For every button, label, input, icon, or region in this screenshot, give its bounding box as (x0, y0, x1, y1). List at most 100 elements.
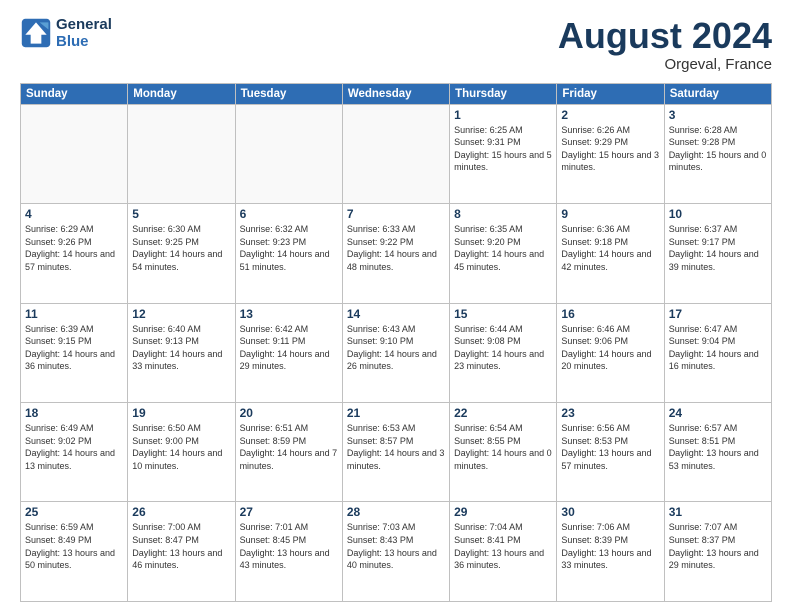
day-info: Sunrise: 7:00 AM Sunset: 8:47 PM Dayligh… (132, 521, 230, 571)
calendar-cell: 5 Sunrise: 6:30 AM Sunset: 9:25 PM Daylig… (128, 204, 235, 303)
day-number: 12 (132, 307, 230, 321)
day-info: Sunrise: 6:47 AM Sunset: 9:04 PM Dayligh… (669, 323, 767, 373)
day-info: Sunrise: 6:28 AM Sunset: 9:28 PM Dayligh… (669, 124, 767, 174)
day-info: Sunrise: 6:33 AM Sunset: 9:22 PM Dayligh… (347, 223, 445, 273)
calendar-cell: 17 Sunrise: 6:47 AM Sunset: 9:04 PM Dayli… (664, 303, 771, 402)
day-info: Sunrise: 6:56 AM Sunset: 8:53 PM Dayligh… (561, 422, 659, 472)
day-info: Sunrise: 6:29 AM Sunset: 9:26 PM Dayligh… (25, 223, 123, 273)
day-number: 25 (25, 505, 123, 519)
day-number: 14 (347, 307, 445, 321)
header: General Blue August 2024 Orgeval, France (20, 16, 772, 73)
day-number: 7 (347, 207, 445, 221)
day-number: 18 (25, 406, 123, 420)
day-info: Sunrise: 6:39 AM Sunset: 9:15 PM Dayligh… (25, 323, 123, 373)
week-row-1: 1 Sunrise: 6:25 AM Sunset: 9:31 PM Daylig… (21, 104, 772, 203)
day-number: 28 (347, 505, 445, 519)
day-number: 15 (454, 307, 552, 321)
week-row-3: 11 Sunrise: 6:39 AM Sunset: 9:15 PM Dayli… (21, 303, 772, 402)
day-info: Sunrise: 6:57 AM Sunset: 8:51 PM Dayligh… (669, 422, 767, 472)
calendar-cell: 15Sunrise: 6:44 AM Sunset: 9:08 PM Dayli… (450, 303, 557, 402)
calendar-cell: 16 Sunrise: 6:46 AM Sunset: 9:06 PM Dayli… (557, 303, 664, 402)
calendar-cell: 28 Sunrise: 7:03 AM Sunset: 8:43 PM Dayli… (342, 502, 449, 602)
page: General Blue August 2024 Orgeval, France… (0, 0, 792, 612)
weekday-header-monday: Monday (128, 83, 235, 104)
weekday-header-friday: Friday (557, 83, 664, 104)
calendar-cell: 22 Sunrise: 6:54 AM Sunset: 8:55 PM Dayli… (450, 403, 557, 502)
day-number: 2 (561, 108, 659, 122)
calendar-cell: 9Sunrise: 6:36 AM Sunset: 9:18 PM Daylig… (557, 204, 664, 303)
day-number: 1 (454, 108, 552, 122)
day-info: Sunrise: 6:49 AM Sunset: 9:02 PM Dayligh… (25, 422, 123, 472)
day-info: Sunrise: 6:59 AM Sunset: 8:49 PM Dayligh… (25, 521, 123, 571)
day-number: 26 (132, 505, 230, 519)
calendar-cell: 30 Sunrise: 7:06 AM Sunset: 8:39 PM Dayli… (557, 502, 664, 602)
day-number: 16 (561, 307, 659, 321)
day-number: 29 (454, 505, 552, 519)
week-row-2: 4 Sunrise: 6:29 AM Sunset: 9:26 PM Daylig… (21, 204, 772, 303)
day-info: Sunrise: 6:26 AM Sunset: 9:29 PM Dayligh… (561, 124, 659, 174)
day-number: 22 (454, 406, 552, 420)
day-info: Sunrise: 6:32 AM Sunset: 9:23 PM Dayligh… (240, 223, 338, 273)
day-number: 23 (561, 406, 659, 420)
calendar-cell: 4 Sunrise: 6:29 AM Sunset: 9:26 PM Daylig… (21, 204, 128, 303)
day-info: Sunrise: 6:25 AM Sunset: 9:31 PM Dayligh… (454, 124, 552, 174)
day-info: Sunrise: 6:54 AM Sunset: 8:55 PM Dayligh… (454, 422, 552, 472)
calendar-cell (128, 104, 235, 203)
month-title: August 2024 (558, 16, 772, 56)
calendar-cell: 19 Sunrise: 6:50 AM Sunset: 9:00 PM Dayli… (128, 403, 235, 502)
day-info: Sunrise: 6:46 AM Sunset: 9:06 PM Dayligh… (561, 323, 659, 373)
day-info: Sunrise: 7:03 AM Sunset: 8:43 PM Dayligh… (347, 521, 445, 571)
day-info: Sunrise: 7:07 AM Sunset: 8:37 PM Dayligh… (669, 521, 767, 571)
day-number: 8 (454, 207, 552, 221)
day-number: 4 (25, 207, 123, 221)
day-info: Sunrise: 6:50 AM Sunset: 9:00 PM Dayligh… (132, 422, 230, 472)
day-number: 31 (669, 505, 767, 519)
day-number: 30 (561, 505, 659, 519)
calendar-cell: 8Sunrise: 6:35 AM Sunset: 9:20 PM Daylig… (450, 204, 557, 303)
calendar-cell: 10 Sunrise: 6:37 AM Sunset: 9:17 PM Dayli… (664, 204, 771, 303)
day-number: 6 (240, 207, 338, 221)
calendar-cell: 26 Sunrise: 7:00 AM Sunset: 8:47 PM Dayli… (128, 502, 235, 602)
day-number: 19 (132, 406, 230, 420)
day-info: Sunrise: 6:30 AM Sunset: 9:25 PM Dayligh… (132, 223, 230, 273)
day-number: 13 (240, 307, 338, 321)
day-number: 10 (669, 207, 767, 221)
day-number: 21 (347, 406, 445, 420)
logo-icon (20, 17, 52, 49)
calendar-cell: 12 Sunrise: 6:40 AM Sunset: 9:13 PM Dayli… (128, 303, 235, 402)
weekday-header-thursday: Thursday (450, 83, 557, 104)
day-number: 3 (669, 108, 767, 122)
day-info: Sunrise: 6:43 AM Sunset: 9:10 PM Dayligh… (347, 323, 445, 373)
calendar-cell: 27 Sunrise: 7:01 AM Sunset: 8:45 PM Dayli… (235, 502, 342, 602)
calendar-cell: 1 Sunrise: 6:25 AM Sunset: 9:31 PM Daylig… (450, 104, 557, 203)
day-number: 5 (132, 207, 230, 221)
calendar-cell: 13Sunrise: 6:42 AM Sunset: 9:11 PM Dayli… (235, 303, 342, 402)
weekday-header-wednesday: Wednesday (342, 83, 449, 104)
day-info: Sunrise: 6:51 AM Sunset: 8:59 PM Dayligh… (240, 422, 338, 472)
day-number: 17 (669, 307, 767, 321)
day-number: 27 (240, 505, 338, 519)
day-info: Sunrise: 6:36 AM Sunset: 9:18 PM Dayligh… (561, 223, 659, 273)
day-info: Sunrise: 6:53 AM Sunset: 8:57 PM Dayligh… (347, 422, 445, 472)
calendar-cell: 3 Sunrise: 6:28 AM Sunset: 9:28 PM Daylig… (664, 104, 771, 203)
logo-text: General Blue (56, 16, 112, 50)
day-info: Sunrise: 7:01 AM Sunset: 8:45 PM Dayligh… (240, 521, 338, 571)
calendar-cell: 20Sunrise: 6:51 AM Sunset: 8:59 PM Dayli… (235, 403, 342, 502)
calendar-cell: 6 Sunrise: 6:32 AM Sunset: 9:23 PM Daylig… (235, 204, 342, 303)
title-area: August 2024 Orgeval, France (558, 16, 772, 73)
day-info: Sunrise: 6:37 AM Sunset: 9:17 PM Dayligh… (669, 223, 767, 273)
location-subtitle: Orgeval, France (558, 56, 772, 73)
weekday-header-row: SundayMondayTuesdayWednesdayThursdayFrid… (21, 83, 772, 104)
week-row-4: 18 Sunrise: 6:49 AM Sunset: 9:02 PM Dayli… (21, 403, 772, 502)
weekday-header-sunday: Sunday (21, 83, 128, 104)
calendar-cell: 25 Sunrise: 6:59 AM Sunset: 8:49 PM Dayli… (21, 502, 128, 602)
calendar-cell: 31 Sunrise: 7:07 AM Sunset: 8:37 PM Dayli… (664, 502, 771, 602)
day-info: Sunrise: 7:04 AM Sunset: 8:41 PM Dayligh… (454, 521, 552, 571)
day-info: Sunrise: 6:40 AM Sunset: 9:13 PM Dayligh… (132, 323, 230, 373)
day-number: 11 (25, 307, 123, 321)
calendar-cell: 21 Sunrise: 6:53 AM Sunset: 8:57 PM Dayli… (342, 403, 449, 502)
calendar-table: SundayMondayTuesdayWednesdayThursdayFrid… (20, 83, 772, 602)
day-info: Sunrise: 7:06 AM Sunset: 8:39 PM Dayligh… (561, 521, 659, 571)
weekday-header-tuesday: Tuesday (235, 83, 342, 104)
calendar-cell: 2 Sunrise: 6:26 AM Sunset: 9:29 PM Daylig… (557, 104, 664, 203)
